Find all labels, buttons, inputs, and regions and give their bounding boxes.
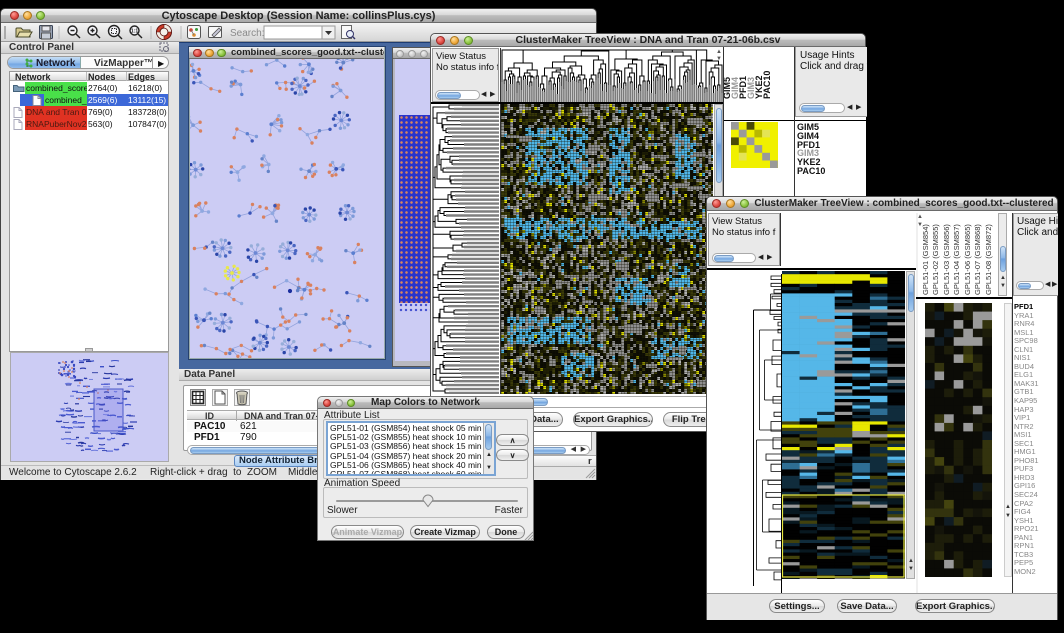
svg-text:GPL51-06 (GSM865): GPL51-06 (GSM865) bbox=[963, 224, 972, 295]
svg-text:GPL51-02 (GSM855): GPL51-02 (GSM855) bbox=[931, 224, 940, 295]
svg-text:Search:: Search: bbox=[230, 28, 264, 39]
svg-text:GPL51-08 (GSM872): GPL51-08 (GSM872) bbox=[984, 224, 993, 295]
svg-text:1:1: 1:1 bbox=[131, 29, 138, 35]
svg-text:GPL51-03 (GSM856): GPL51-03 (GSM856) bbox=[942, 224, 951, 295]
svg-text:GPL51-07 (GSM868): GPL51-07 (GSM868) bbox=[973, 224, 982, 295]
svg-text:GPL51-01 (GSM854): GPL51-01 (GSM854) bbox=[921, 224, 930, 295]
svg-text:GPL51-04 (GSM857): GPL51-04 (GSM857) bbox=[952, 224, 961, 295]
svg-text:PAC10: PAC10 bbox=[762, 71, 772, 99]
